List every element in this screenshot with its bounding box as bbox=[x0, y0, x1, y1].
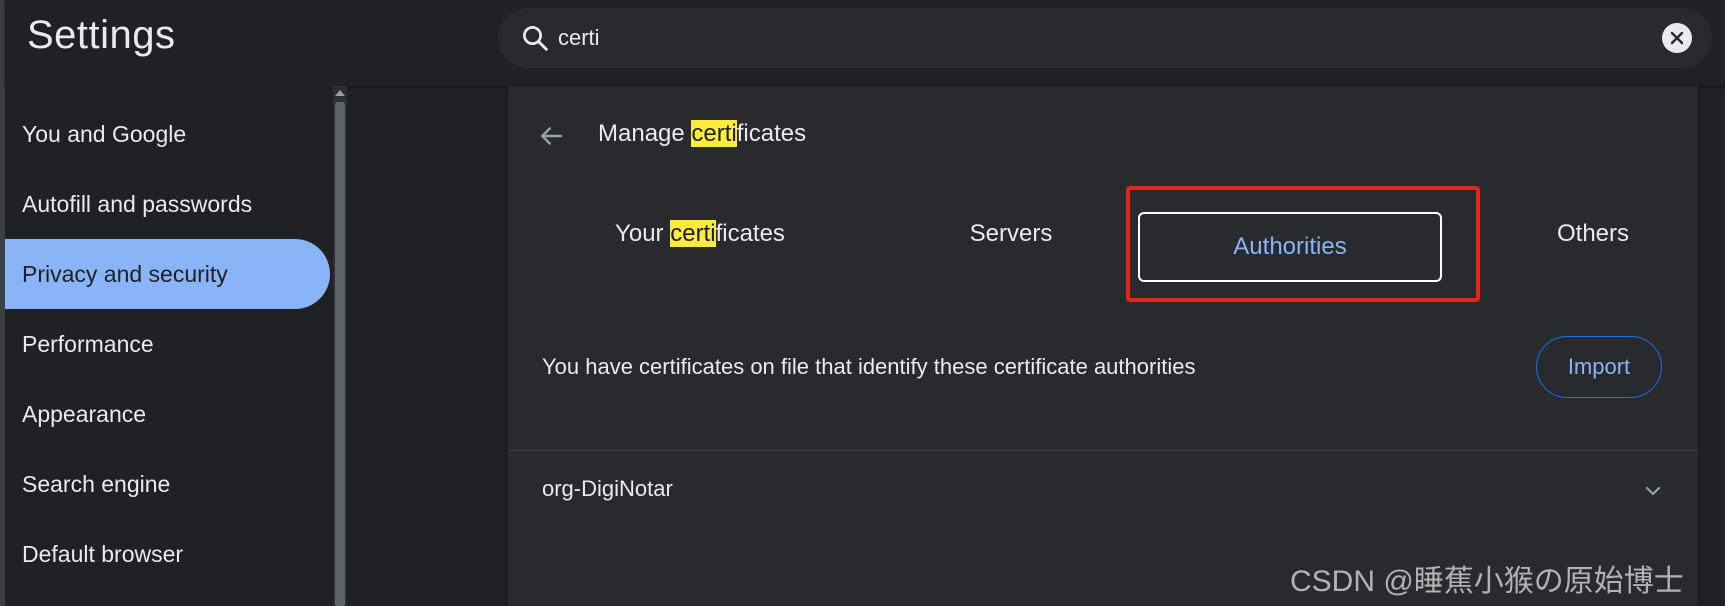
search-box[interactable]: certi bbox=[498, 8, 1712, 68]
close-icon bbox=[1670, 31, 1684, 45]
tab-your-certificates[interactable]: Your certificates bbox=[560, 210, 840, 258]
sidebar-item-you-and-google[interactable]: You and Google bbox=[5, 99, 330, 169]
import-button-label: Import bbox=[1567, 354, 1631, 379]
sidebar-item-performance[interactable]: Performance bbox=[5, 309, 330, 379]
sidebar-item-label: Appearance bbox=[22, 401, 147, 427]
clear-search-button[interactable] bbox=[1662, 23, 1692, 53]
tab-label: Servers bbox=[969, 220, 1053, 247]
tab-others[interactable]: Others bbox=[1508, 210, 1678, 258]
sidebar-item-label: Privacy and security bbox=[22, 261, 228, 287]
annotation-highlight-box bbox=[1126, 186, 1480, 302]
sidebar-item-search-engine[interactable]: Search engine bbox=[5, 449, 330, 519]
subpage-title: Manage certificates bbox=[598, 120, 806, 148]
certificates-card: Manage certificates Your certificates Se… bbox=[508, 86, 1698, 606]
search-icon[interactable] bbox=[520, 23, 550, 53]
sidebar-item-autofill[interactable]: Autofill and passwords bbox=[5, 169, 330, 239]
watermark: CSDN @睡蕉小猴の原始博士 bbox=[1290, 565, 1684, 598]
title-text: Manage bbox=[598, 120, 692, 147]
sidebar: You and Google Autofill and passwords Pr… bbox=[5, 86, 335, 606]
search-highlight: certi bbox=[691, 120, 737, 147]
import-button[interactable]: Import bbox=[1536, 336, 1662, 398]
sidebar-scrollbar[interactable] bbox=[333, 86, 347, 606]
search-input[interactable]: certi bbox=[558, 25, 600, 51]
tab-servers[interactable]: Servers bbox=[896, 210, 1126, 258]
sidebar-item-label: You and Google bbox=[22, 121, 187, 147]
tab-label: Others bbox=[1556, 220, 1630, 247]
authorities-description: You have certificates on file that ident… bbox=[542, 354, 1196, 379]
sidebar-item-privacy-and-security[interactable]: Privacy and security bbox=[5, 239, 330, 309]
scroll-up-arrow-icon[interactable] bbox=[335, 90, 345, 96]
chevron-down-icon[interactable] bbox=[1641, 479, 1665, 503]
sidebar-item-label: Autofill and passwords bbox=[22, 191, 253, 217]
sidebar-item-appearance[interactable]: Appearance bbox=[5, 379, 330, 449]
search-highlight: certi bbox=[670, 220, 716, 247]
certificate-org-label: org-DigiNotar bbox=[542, 476, 673, 501]
sidebar-item-default-browser[interactable]: Default browser bbox=[5, 519, 330, 589]
sidebar-item-label: Performance bbox=[22, 331, 154, 357]
sidebar-item-label: Search engine bbox=[22, 471, 171, 497]
scrollbar-thumb[interactable] bbox=[335, 102, 345, 606]
back-arrow-icon[interactable] bbox=[536, 121, 566, 151]
toolbar: Settings certi bbox=[5, 0, 1725, 86]
tab-label: Your bbox=[615, 220, 671, 247]
tab-label: ficates bbox=[715, 220, 785, 247]
sidebar-item-label: Default browser bbox=[22, 541, 184, 567]
page-title: Settings bbox=[27, 13, 176, 57]
title-text: ficates bbox=[736, 120, 807, 147]
list-item[interactable]: org-DigiNotar bbox=[508, 451, 1698, 531]
